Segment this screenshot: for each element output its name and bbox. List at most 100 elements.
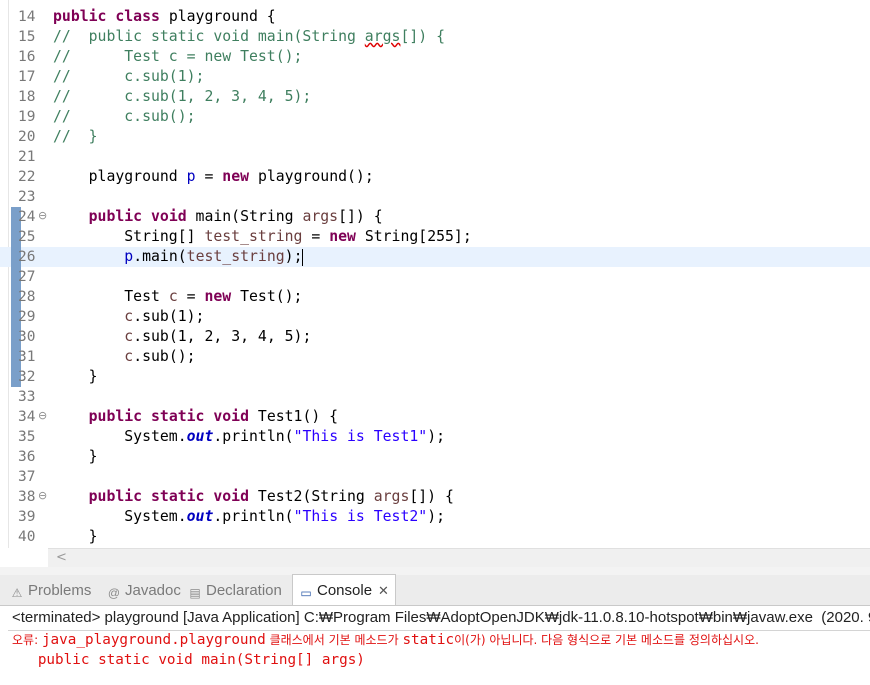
line-number: 16 [18,49,36,65]
code-line-20[interactable]: 20 // } [0,127,870,147]
code-token: .sub(1, 2, 3, 4, 5); [133,328,312,345]
code-line-27[interactable]: 27 [0,267,870,287]
code-text[interactable]: System.out.println("This is Test1"); [53,427,445,447]
code-token: .main( [133,248,187,265]
code-text[interactable]: // c.sub(1, 2, 3, 4, 5); [53,87,311,107]
code-line-17[interactable]: 17 // c.sub(1); [0,67,870,87]
code-line-40[interactable]: 40 } [0,527,870,547]
code-line-19[interactable]: 19 // c.sub(); [0,107,870,127]
fold-collapse-icon[interactable]: ⊖ [38,209,47,223]
code-line-24[interactable]: 24 ⊖ public void main(String args[]) { [0,207,870,227]
code-line-37[interactable]: 37 [0,467,870,487]
code-line-34[interactable]: 34 ⊖ public static void Test1() { [0,407,870,427]
code-line-29[interactable]: 29 c.sub(1); [0,307,870,327]
code-line-15[interactable]: 15 // public static void main(String args… [0,27,870,47]
line-number: 37 [18,469,36,485]
code-text[interactable]: } [53,447,98,467]
code-text[interactable]: public static void Test2(String args[]) … [53,487,454,507]
code-token: = [195,168,223,185]
code-line-39[interactable]: 39 System.out.println("This is Test2"); [0,507,870,527]
line-number: 36 [18,449,36,465]
problems-icon: ⚠ [11,586,23,600]
console-error-signature: public static void main(String[] args) [12,652,365,668]
code-text[interactable]: p.main(test_string); [53,247,304,267]
code-line-36[interactable]: 36 } [0,447,870,467]
code-line-31[interactable]: 31 c.sub(); [0,347,870,367]
code-line-14[interactable]: 14 public class playground { [0,7,870,27]
code-text[interactable]: c.sub(); [53,347,195,367]
code-line-33[interactable]: 33 [0,387,870,407]
code-token: args [302,208,339,225]
tab-problems[interactable]: ⚠ Problems [10,575,92,605]
code-token: String[] [53,228,205,245]
code-text[interactable]: } [53,367,98,387]
line-number: 25 [18,229,36,245]
horizontal-scrollbar[interactable]: < [48,548,870,567]
code-token: Test1() { [249,408,339,425]
fold-collapse-icon[interactable]: ⊖ [38,409,47,423]
tab-javadoc[interactable]: @ Javadoc [107,575,181,605]
code-token: test_string [204,228,303,245]
close-icon[interactable]: ✕ [378,583,389,598]
code-token: } [53,528,98,545]
code-line-25[interactable]: 25 String[] test_string = new String[255… [0,227,870,247]
code-token: // c.sub(1, 2, 3, 4, 5); [53,88,312,105]
code-text[interactable]: public class playground { [53,7,276,27]
code-text[interactable]: // public static void main(String args[]… [53,27,445,47]
tab-console[interactable]: ▭ Console ✕ [292,574,396,605]
code-text[interactable]: public void main(String args[]) { [53,207,383,227]
code-line-18[interactable]: 18 // c.sub(1, 2, 3, 4, 5); [0,87,870,107]
code-text[interactable]: public static void Test1() { [53,407,338,427]
code-text[interactable]: c.sub(1); [53,307,204,327]
code-line-38[interactable]: 38 ⊖ public static void Test2(String args… [0,487,870,507]
javadoc-icon: @ [107,586,121,600]
line-number: 40 [18,529,36,545]
line-number: 27 [18,269,36,285]
code-token: ); [427,428,446,445]
console-icon: ▭ [300,586,312,600]
tab-declaration[interactable]: ▤ Declaration [188,575,282,605]
code-line-23[interactable]: 23 [0,187,870,207]
code-text[interactable]: } [53,527,98,547]
code-token: System. [53,428,187,445]
line-number: 32 [18,369,36,385]
code-text[interactable]: System.out.println("This is Test2"); [53,507,445,527]
code-text[interactable]: String[] test_string = new String[255]; [53,227,471,247]
code-text[interactable]: c.sub(1, 2, 3, 4, 5); [53,327,311,347]
code-token: ); [427,508,446,525]
code-line-32[interactable]: 32 } [0,367,870,387]
code-line-28[interactable]: 28 Test c = new Test(); [0,287,870,307]
code-token: []) { [400,28,445,45]
code-text[interactable]: // c.sub(1); [53,67,204,87]
code-token: args [373,488,410,505]
code-text[interactable]: playground p = new playground(); [53,167,374,187]
code-text[interactable]: // } [53,127,98,147]
code-line-35[interactable]: 35 System.out.println("This is Test1"); [0,427,870,447]
code-token: playground { [159,8,276,25]
code-token: new [204,288,232,305]
code-line-30[interactable]: 30 c.sub(1, 2, 3, 4, 5); [0,327,870,347]
code-line-22[interactable]: 22 playground p = new playground(); [0,167,870,187]
line-number: 17 [18,69,36,85]
code-token: out [186,508,214,525]
scroll-left-arrow-icon[interactable]: < [56,550,67,566]
console-view[interactable]: <terminated> playground [Java Applicatio… [0,606,870,685]
code-editor[interactable]: 14 public class playground {15 // public s… [0,0,870,548]
code-token: public static void [88,408,249,425]
line-number: 39 [18,509,36,525]
code-text[interactable]: // c.sub(); [53,107,196,127]
code-text[interactable]: // Test c = new Test(); [53,47,302,67]
code-text[interactable]: Test c = new Test(); [53,287,302,307]
code-token: // } [53,128,98,145]
code-line-21[interactable]: 21 [0,147,870,167]
code-line-26[interactable]: 26 p.main(test_string); [0,247,870,267]
line-number: 20 [18,129,36,145]
code-line-16[interactable]: 16 // Test c = new Test(); [0,47,870,67]
code-token: = [302,228,330,245]
line-number: 33 [18,389,36,405]
code-token: public class [53,8,160,25]
console-error-line: 오류: java_playground.playground 클래스에서 기본 … [12,630,759,650]
fold-collapse-icon[interactable]: ⊖ [38,489,47,503]
